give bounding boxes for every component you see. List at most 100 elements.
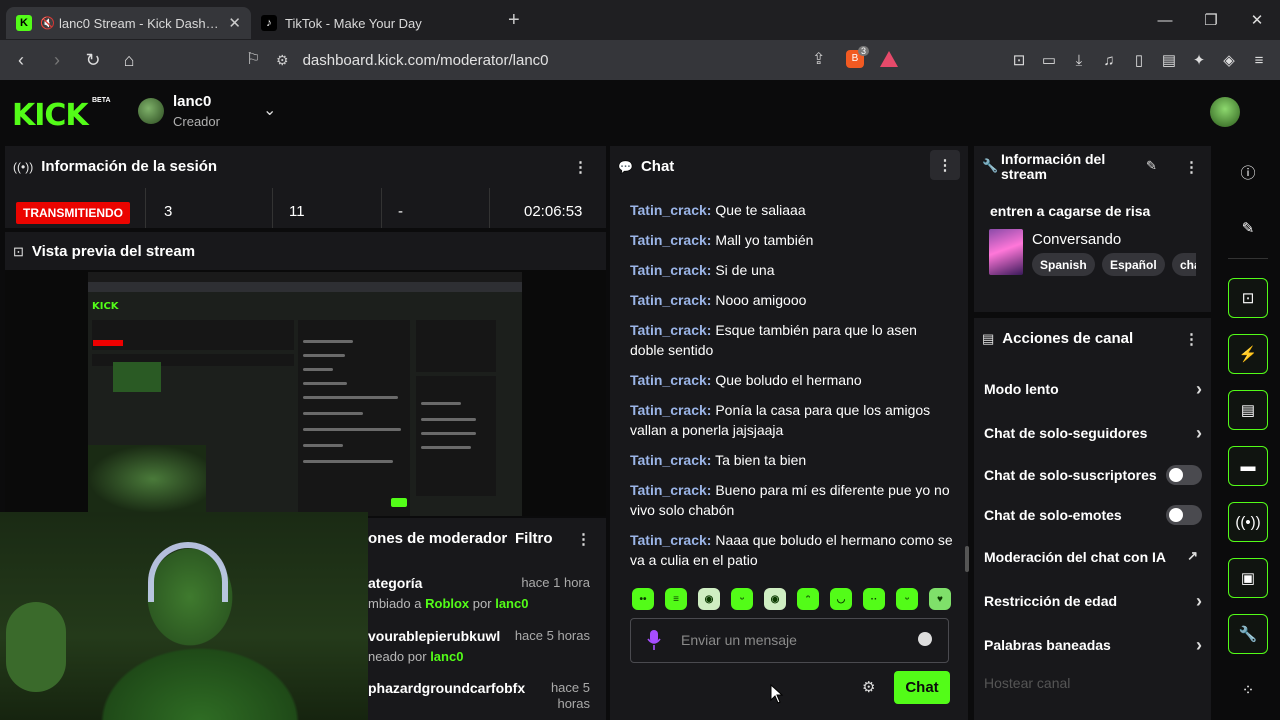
microphone-icon[interactable] bbox=[647, 630, 661, 650]
mod-actions-title: ones de moderador bbox=[368, 530, 508, 547]
category-thumbnail[interactable] bbox=[989, 229, 1023, 275]
download-icon[interactable]: ⤓ bbox=[1066, 46, 1092, 74]
back-icon[interactable]: ‹ bbox=[6, 50, 36, 71]
menu-icon[interactable]: ≡ bbox=[1246, 46, 1272, 74]
channel-switch-chevron-down-icon[interactable]: ⌄ bbox=[263, 100, 276, 120]
chat-settings-gear-icon[interactable]: ⚙ bbox=[862, 678, 875, 696]
chat-message-input[interactable]: Enviar un mensaje bbox=[630, 618, 949, 663]
detail-user[interactable]: lanc0 bbox=[495, 596, 528, 611]
tab-tiktok[interactable]: ♪ TikTok - Make Your Day bbox=[251, 7, 496, 39]
reload-icon[interactable]: ↻ bbox=[78, 50, 108, 71]
screenshot-icon[interactable]: ⊡ bbox=[1006, 46, 1032, 74]
share-icon[interactable]: ⇪ bbox=[812, 49, 825, 69]
chat-more-button[interactable]: ⋮ bbox=[930, 150, 960, 180]
emote-icon[interactable]: ♥ bbox=[929, 588, 951, 610]
banned-words-item[interactable]: Palabras baneadas › bbox=[984, 635, 1202, 655]
emote-icon[interactable]: ᵔ bbox=[797, 588, 819, 610]
chat-username[interactable]: Tatin_crack: bbox=[630, 292, 711, 308]
video-widget-icon[interactable]: ▣ bbox=[1228, 558, 1268, 598]
muted-audio-icon[interactable]: 🔇 bbox=[40, 16, 55, 30]
emote-icon[interactable]: ·· bbox=[863, 588, 885, 610]
close-window-icon[interactable]: ✕ bbox=[1234, 11, 1280, 29]
tag-pill[interactable]: Spanish bbox=[1032, 253, 1095, 276]
minimize-icon[interactable]: — bbox=[1142, 12, 1188, 29]
more-widgets-icon[interactable]: ⁘ bbox=[1228, 670, 1268, 710]
info-icon[interactable]: ⓘ bbox=[1228, 152, 1268, 192]
broadcast-widget-icon[interactable]: ((•)) bbox=[1228, 502, 1268, 542]
chat-widget-icon[interactable]: ▬ bbox=[1228, 446, 1268, 486]
item-label: Modo lento bbox=[984, 381, 1059, 397]
crypto-wallet-icon[interactable]: ▤ bbox=[1156, 46, 1182, 74]
leo-ai-icon[interactable]: ✦ bbox=[1186, 46, 1212, 74]
send-chat-button[interactable]: Chat bbox=[894, 671, 950, 704]
filter-button[interactable]: Filtro bbox=[515, 530, 553, 547]
emote-icon[interactable]: ◡ bbox=[830, 588, 852, 610]
emote-icon[interactable]: ᵕ bbox=[896, 588, 918, 610]
chat-username[interactable]: Tatin_crack: bbox=[630, 372, 711, 388]
tab-kick-dashboard[interactable]: K 🔇 lanc0 Stream - Kick Dashboard ✕ bbox=[6, 7, 251, 39]
followers-only-item[interactable]: Chat de solo-seguidores › bbox=[984, 423, 1202, 443]
chat-username[interactable]: Tatin_crack: bbox=[630, 232, 711, 248]
emotes-only-item: Chat de solo-emotes bbox=[984, 505, 1202, 525]
forward-icon[interactable]: › bbox=[42, 50, 72, 71]
item-label: Chat de solo-suscriptores bbox=[984, 467, 1157, 483]
wrench-widget-icon[interactable]: 🔧 bbox=[1228, 614, 1268, 654]
stream-info-more-icon[interactable]: ⋮ bbox=[1184, 158, 1199, 176]
bookmark-icon[interactable]: ⚐ bbox=[246, 49, 260, 69]
chat-username[interactable]: Tatin_crack: bbox=[630, 202, 711, 218]
emote-icon[interactable]: ◉ bbox=[764, 588, 786, 610]
chat-username[interactable]: Tatin_crack: bbox=[630, 482, 711, 498]
stream-category[interactable]: Conversando bbox=[1032, 231, 1121, 248]
divider bbox=[381, 188, 382, 228]
age-restriction-item[interactable]: Restricción de edad › bbox=[984, 591, 1202, 611]
home-icon[interactable]: ⌂ bbox=[114, 50, 144, 71]
sidebar-icon[interactable]: ▯ bbox=[1126, 46, 1152, 74]
emote-icon[interactable]: ᵕ bbox=[731, 588, 753, 610]
emoji-picker-icon[interactable] bbox=[918, 632, 932, 646]
brave-rewards-icon[interactable] bbox=[880, 51, 898, 67]
channel-actions-more-icon[interactable]: ⋮ bbox=[1184, 330, 1199, 348]
emote-icon[interactable]: •• bbox=[632, 588, 654, 610]
mod-actions-more-icon[interactable]: ⋮ bbox=[576, 530, 591, 548]
detail-user[interactable]: lanc0 bbox=[430, 649, 463, 664]
slow-mode-item[interactable]: Modo lento › bbox=[984, 379, 1202, 399]
site-settings-icon[interactable]: ⚙ bbox=[276, 52, 289, 69]
subscribers-only-toggle[interactable] bbox=[1166, 465, 1202, 485]
edit-pencil-icon[interactable]: ✎ bbox=[1146, 158, 1157, 174]
media-icon[interactable]: ♫ bbox=[1096, 46, 1122, 74]
emotes-only-toggle[interactable] bbox=[1166, 505, 1202, 525]
mod-action-row: vourablepierubkuwl hace 5 horas neado po… bbox=[368, 628, 596, 664]
wallet-icon[interactable]: ▭ bbox=[1036, 46, 1062, 74]
chat-text: Mall yo también bbox=[715, 232, 814, 248]
chat-username[interactable]: Tatin_crack: bbox=[630, 452, 711, 468]
chat-username[interactable]: Tatin_crack: bbox=[630, 322, 711, 338]
lightning-icon[interactable]: ⚡ bbox=[1228, 334, 1268, 374]
emote-icon[interactable]: ◉ bbox=[698, 588, 720, 610]
restore-icon[interactable]: ❐ bbox=[1188, 11, 1234, 29]
vpn-icon[interactable]: ◈ bbox=[1216, 46, 1242, 74]
preview-widget-icon[interactable]: ⊡ bbox=[1228, 278, 1268, 318]
chat-username[interactable]: Tatin_crack: bbox=[630, 402, 711, 418]
tag-pill[interactable]: cha bbox=[1172, 253, 1196, 276]
kick-logo[interactable]: KICK bbox=[12, 98, 89, 133]
kick-favicon-icon: K bbox=[16, 15, 32, 31]
chevron-right-icon: › bbox=[1196, 635, 1202, 655]
channel-avatar[interactable] bbox=[138, 98, 164, 124]
chat-username[interactable]: Tatin_crack: bbox=[630, 532, 711, 548]
item-label: Moderación del chat con IA bbox=[984, 549, 1167, 565]
detail-target[interactable]: Roblox bbox=[425, 596, 469, 611]
notes-icon[interactable]: ▤ bbox=[1228, 390, 1268, 430]
close-tab-icon[interactable]: ✕ bbox=[228, 14, 241, 32]
host-channel-item[interactable]: Hostear canal bbox=[984, 675, 1202, 691]
new-tab-icon[interactable]: + bbox=[508, 9, 520, 32]
session-more-icon[interactable]: ⋮ bbox=[573, 158, 588, 176]
tag-pill[interactable]: Español bbox=[1102, 253, 1165, 276]
chat-username[interactable]: Tatin_crack: bbox=[630, 262, 711, 278]
chat-scrollbar[interactable] bbox=[965, 546, 969, 572]
profile-avatar[interactable] bbox=[1210, 97, 1240, 127]
edit-pencil-icon[interactable]: ✎ bbox=[1228, 208, 1268, 248]
emote-icon[interactable]: ≡ bbox=[665, 588, 687, 610]
detail-prefix: neado por bbox=[368, 649, 427, 664]
channel-role: Creador bbox=[173, 114, 220, 129]
ai-moderation-item[interactable]: Moderación del chat con IA ↗ bbox=[984, 548, 1202, 565]
